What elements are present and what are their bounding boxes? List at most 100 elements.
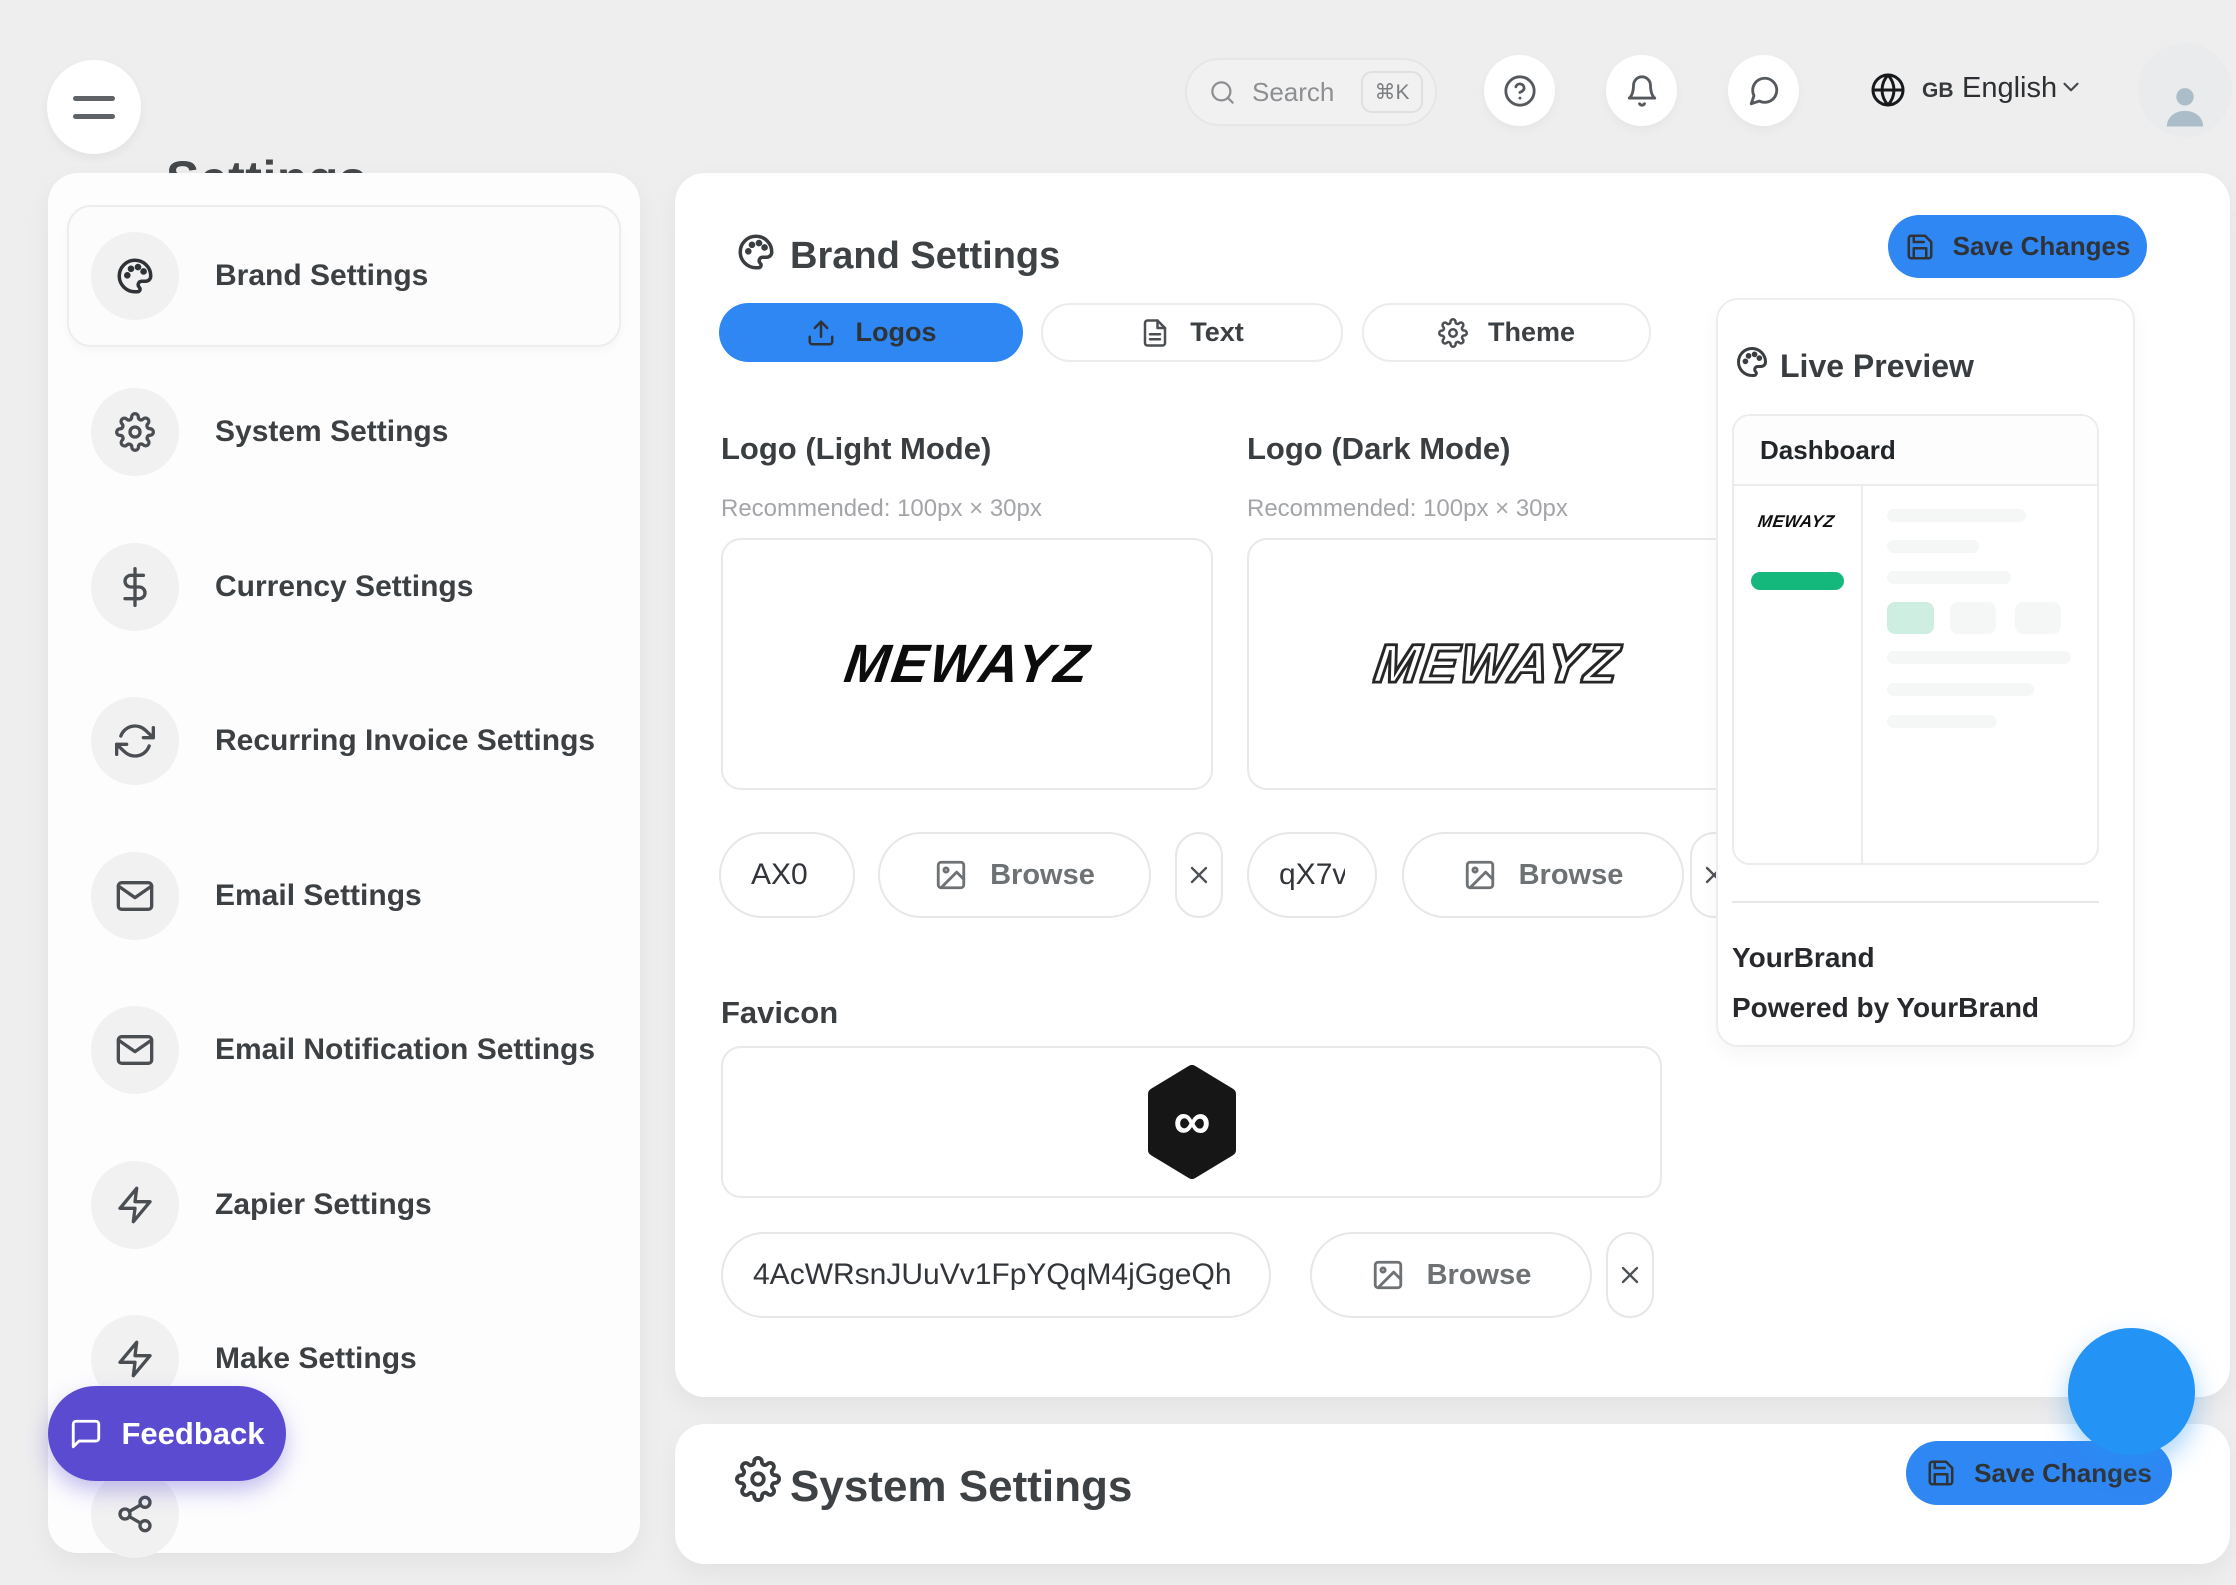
skeleton-block (2015, 602, 2061, 634)
sidebar-item-system-settings[interactable]: System Settings (48, 361, 640, 503)
divider (1732, 901, 2099, 903)
chevron-down-icon[interactable] (2058, 74, 2084, 100)
sidebar-item-label: System Settings (215, 415, 448, 449)
gear-icon (735, 1456, 781, 1502)
help-icon (1503, 74, 1537, 108)
language-code: GB (1922, 79, 1954, 103)
save-icon (1905, 232, 1935, 262)
feedback-chat-icon (69, 1417, 103, 1451)
preview-accent-pill (1751, 572, 1844, 590)
feedback-button[interactable]: Feedback (48, 1386, 286, 1481)
skeleton-line (1887, 571, 2011, 584)
chat-icon (1747, 74, 1781, 108)
logo-dark-image: MEWAYZ (1370, 633, 1624, 695)
palette-icon (735, 231, 777, 273)
refresh-icon (115, 721, 155, 761)
logo-dark-value-field[interactable] (1247, 832, 1377, 918)
favicon-image: ∞ (1142, 1063, 1242, 1181)
save-icon (1926, 1458, 1956, 1488)
user-icon (2156, 77, 2214, 135)
dollar-icon (115, 567, 155, 607)
gear-icon (115, 412, 155, 452)
language-label[interactable]: English (1962, 72, 2057, 105)
logo-dark-recommended: Recommended: 100px × 30px (1247, 495, 1568, 523)
tab-logos[interactable]: Logos (719, 303, 1023, 362)
settings-sidebar: Brand Settings System Settings Currency … (48, 173, 640, 1553)
user-avatar[interactable] (2138, 43, 2232, 137)
logo-light-browse-button[interactable]: Browse (878, 832, 1151, 918)
mail-icon (115, 876, 155, 916)
sidebar-item-brand-settings[interactable]: Brand Settings (48, 205, 640, 347)
logo-light-heading: Logo (Light Mode) (721, 431, 991, 467)
search-box[interactable]: ⌘K (1185, 58, 1437, 126)
favicon-clear-button[interactable] (1606, 1232, 1654, 1318)
system-settings-title: System Settings (790, 1462, 1132, 1512)
sidebar-item-label: Currency Settings (215, 570, 473, 604)
favicon-dropzone[interactable]: ∞ (721, 1046, 1662, 1198)
preview-window-title: Dashboard (1734, 416, 2097, 486)
preview-brand-name: YourBrand (1732, 942, 1875, 974)
skeleton-line (1887, 509, 2026, 522)
sidebar-item-email-settings[interactable]: Email Settings (48, 825, 640, 967)
live-preview-panel: Live Preview Dashboard MEWAYZ YourBrand … (1716, 298, 2135, 1047)
language-selector[interactable] (1870, 72, 1906, 108)
sidebar-item-label: Email Settings (215, 879, 422, 913)
zap-icon (115, 1185, 155, 1225)
menu-icon (73, 96, 115, 101)
palette-icon (1734, 344, 1770, 380)
infinity-glyph: ∞ (1173, 1093, 1210, 1151)
close-icon (1616, 1261, 1644, 1289)
sidebar-item-label: Brand Settings (215, 259, 428, 293)
favicon-browse-button[interactable]: Browse (1310, 1232, 1592, 1318)
logo-dark-dropzone[interactable]: MEWAYZ (1247, 538, 1747, 790)
upload-icon (806, 318, 836, 348)
floating-action-button[interactable] (2068, 1328, 2195, 1455)
palette-icon (114, 255, 156, 297)
skeleton-line (1887, 715, 1997, 728)
globe-icon (1870, 72, 1906, 108)
system-settings-panel: System Settings Save Changes (675, 1424, 2230, 1564)
sidebar-item-email-notification-settings[interactable]: Email Notification Settings (48, 979, 640, 1121)
gear-icon (1438, 318, 1468, 348)
sidebar-item-zapier-settings[interactable]: Zapier Settings (48, 1134, 640, 1276)
sidebar-item-currency-settings[interactable]: Currency Settings (48, 516, 640, 658)
sidebar-item-label: Recurring Invoice Settings (215, 724, 595, 758)
notifications-button[interactable] (1606, 55, 1677, 126)
brand-settings-title: Brand Settings (790, 235, 1060, 278)
messages-button[interactable] (1728, 55, 1799, 126)
skeleton-block-mint (1887, 602, 1934, 634)
keyboard-shortcut-badge: ⌘K (1361, 71, 1423, 113)
help-button[interactable] (1484, 55, 1555, 126)
skeleton-line (1887, 683, 2034, 696)
skeleton-line (1887, 651, 2071, 664)
favicon-value-field[interactable] (721, 1232, 1271, 1318)
save-changes-button[interactable]: Save Changes (1888, 215, 2147, 278)
skeleton-block (1950, 602, 1996, 634)
sidebar-item-label: Email Notification Settings (215, 1033, 595, 1067)
search-input[interactable] (1250, 76, 1344, 109)
preview-window: Dashboard MEWAYZ (1732, 414, 2099, 865)
feedback-label: Feedback (121, 1416, 264, 1452)
skeleton-line (1887, 540, 1979, 553)
file-text-icon (1140, 318, 1170, 348)
image-icon (1371, 1258, 1405, 1292)
preview-powered-by: Powered by YourBrand (1732, 992, 2039, 1024)
tab-text[interactable]: Text (1041, 303, 1343, 362)
bell-icon (1625, 74, 1659, 108)
tab-theme[interactable]: Theme (1362, 303, 1651, 362)
menu-button[interactable] (47, 60, 141, 154)
close-icon (1185, 861, 1213, 889)
image-icon (1463, 858, 1497, 892)
logo-light-value-field[interactable] (719, 832, 855, 918)
favicon-heading: Favicon (721, 995, 838, 1031)
logo-light-image: MEWAYZ (840, 633, 1094, 695)
logo-dark-browse-button[interactable]: Browse (1402, 832, 1684, 918)
logo-light-clear-button[interactable] (1175, 832, 1223, 918)
sidebar-item-recurring-invoice-settings[interactable]: Recurring Invoice Settings (48, 670, 640, 812)
logo-light-recommended: Recommended: 100px × 30px (721, 495, 1042, 523)
mail-icon (115, 1030, 155, 1070)
preview-divider (1861, 486, 1863, 863)
logo-light-dropzone[interactable]: MEWAYZ (721, 538, 1213, 790)
logo-dark-heading: Logo (Dark Mode) (1247, 431, 1511, 467)
zap-icon (115, 1339, 155, 1379)
